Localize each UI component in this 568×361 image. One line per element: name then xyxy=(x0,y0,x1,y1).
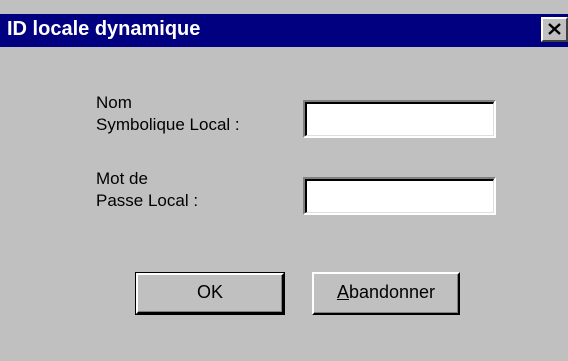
password-label: Mot de Passe Local : xyxy=(96,169,199,210)
dialog-window: ID locale dynamique Nom Symbolique Local… xyxy=(0,0,568,361)
dialog-title: ID locale dynamique xyxy=(7,18,201,40)
password-input[interactable] xyxy=(309,182,479,208)
title-bar[interactable]: ID locale dynamique xyxy=(0,14,568,47)
ok-button[interactable]: OK xyxy=(135,272,285,315)
close-icon xyxy=(548,23,561,35)
name-label: Nom Symbolique Local : xyxy=(96,93,240,134)
close-button[interactable] xyxy=(541,17,568,42)
name-field[interactable] xyxy=(303,100,496,138)
abandon-button-label: bandonner xyxy=(348,282,436,302)
ok-button-label: OK xyxy=(136,273,284,314)
abandon-accelerator: A xyxy=(336,282,349,302)
abandon-button[interactable]: Abandonner xyxy=(312,272,460,315)
name-input[interactable] xyxy=(309,105,479,131)
password-field[interactable] xyxy=(303,177,496,215)
